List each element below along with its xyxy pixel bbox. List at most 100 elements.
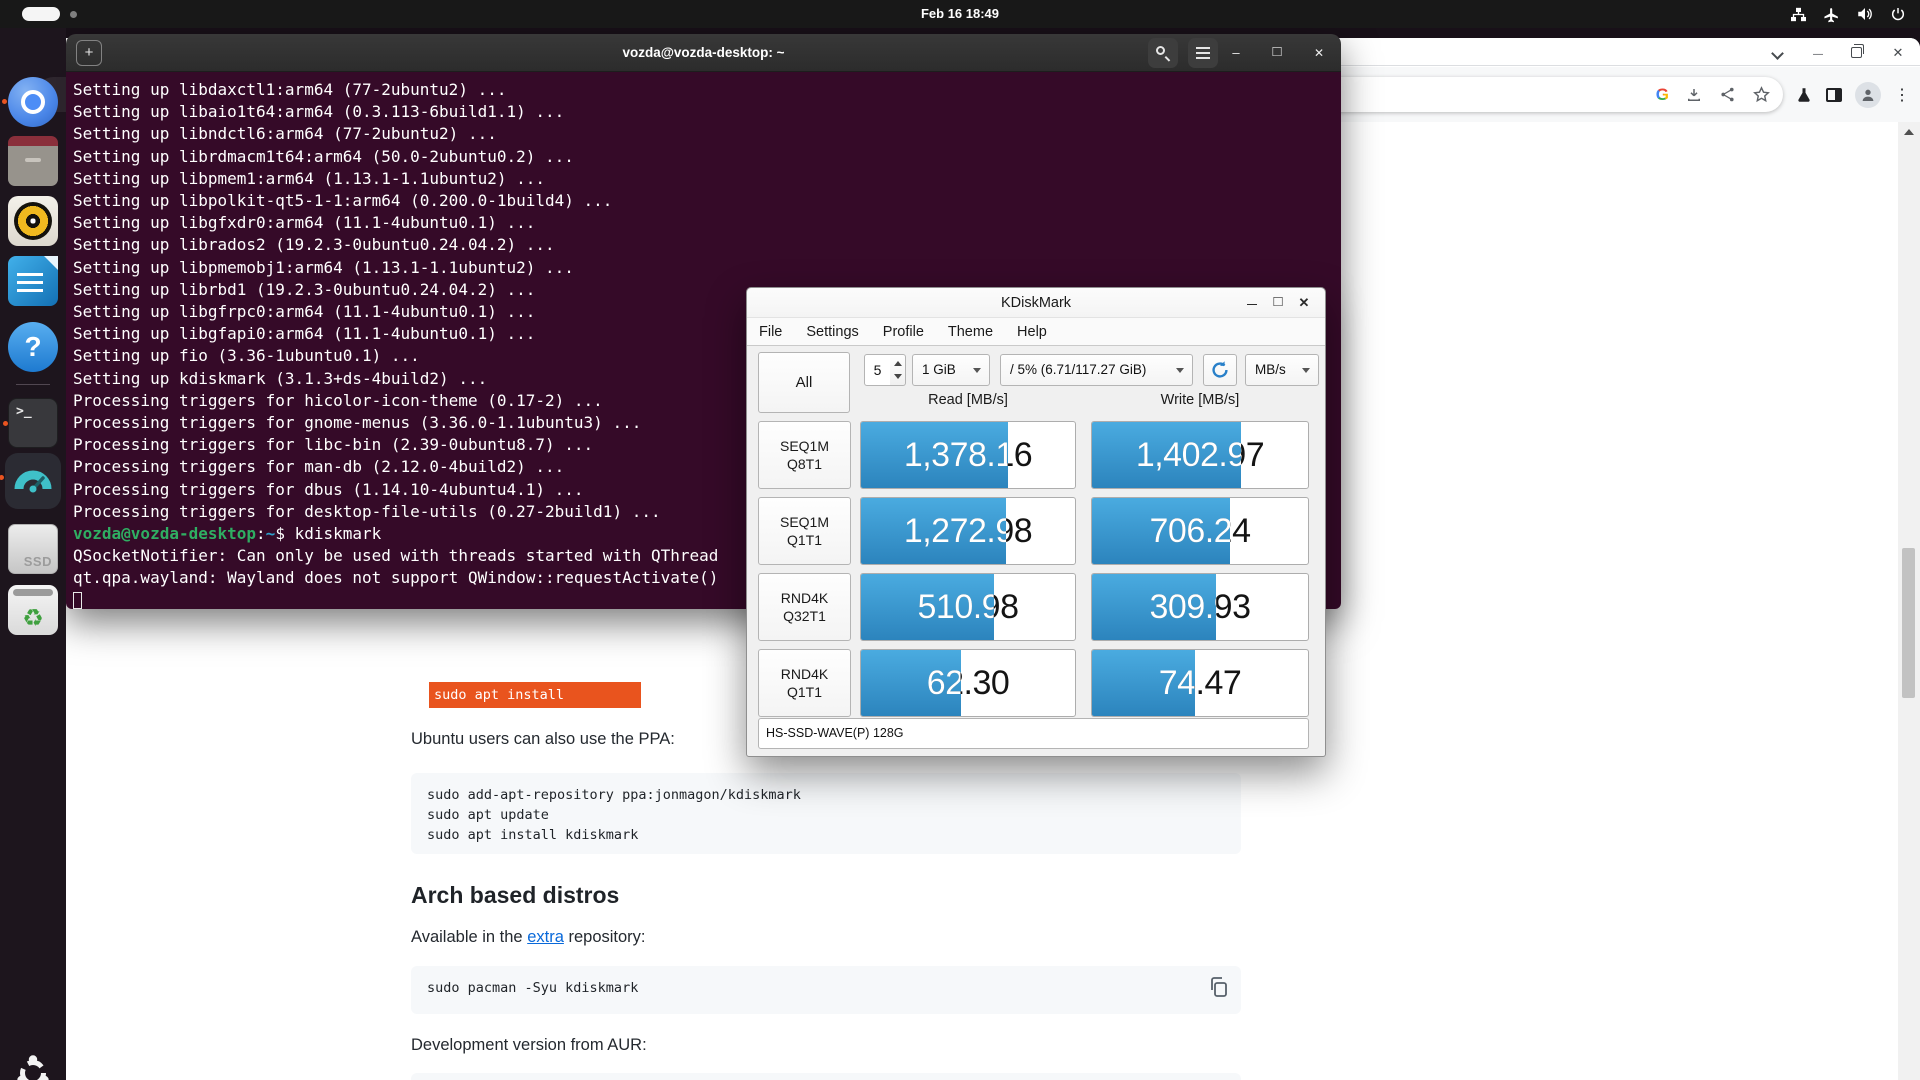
arch-intro-suffix: repository: — [564, 928, 646, 946]
terminal-menu-button[interactable] — [1188, 38, 1218, 68]
pacman-code-block[interactable]: sudo pacman -Syu kdiskmark — [411, 966, 1241, 1014]
read-result-cell: 62.3062.30 — [860, 649, 1076, 717]
target-drive-dropdown[interactable]: / 5% (6.71/117.27 GiB) — [1000, 354, 1193, 386]
unit-value: MB/s — [1255, 362, 1286, 377]
browser-close-button[interactable] — [1887, 42, 1909, 64]
refresh-button[interactable] — [1203, 354, 1237, 386]
browser-scrollbar[interactable] — [1898, 122, 1920, 1080]
terminal-output-line: Setting up libdaxctl1:arm64 (77-2ubuntu2… — [73, 79, 1341, 101]
profile-avatar[interactable] — [1855, 82, 1881, 108]
kdiskmark-title: KDiskMark — [747, 288, 1325, 318]
dock-item-libreoffice-writer[interactable] — [8, 256, 58, 306]
menu-help[interactable]: Help — [1017, 324, 1047, 340]
test-button-rnd4k-q1t1[interactable]: RND4KQ1T1 — [758, 649, 851, 717]
write-result-cell: 706.24706.24 — [1091, 497, 1309, 565]
terminal-close-button[interactable] — [1306, 34, 1332, 72]
test-queue-threads: Q1T1 — [787, 531, 822, 549]
code-line: sudo apt install kdiskmark — [427, 825, 1225, 845]
test-button-seq1m-q1t1[interactable]: SEQ1MQ1T1 — [758, 497, 851, 565]
share-icon[interactable] — [1719, 86, 1736, 103]
test-name: RND4K — [781, 589, 828, 607]
google-g-icon[interactable]: G — [1656, 85, 1669, 105]
test-queue-threads: Q8T1 — [787, 455, 822, 473]
loop-count-spinbox[interactable]: 5 — [864, 354, 891, 386]
scrollbar-thumb[interactable] — [1902, 548, 1915, 698]
dock-item-rhythmbox[interactable] — [8, 196, 58, 246]
terminal-output-line: Setting up libpolkit-qt5-1-1:arm64 (0.20… — [73, 190, 1341, 212]
test-name: RND4K — [781, 665, 828, 683]
code-line: sudo pacman -Syu kdiskmark — [427, 978, 1225, 998]
menu-settings[interactable]: Settings — [806, 324, 858, 340]
read-result-cell: 1,378.161,378.16 — [860, 421, 1076, 489]
terminal-output-line: Setting up librados2 (19.2.3-0ubuntu0.24… — [73, 234, 1341, 256]
write-result-cell: 309.93309.93 — [1091, 573, 1309, 641]
menu-profile[interactable]: Profile — [883, 324, 924, 340]
power-icon — [1890, 6, 1906, 22]
test-button-seq1m-q8t1[interactable]: SEQ1MQ8T1 — [758, 421, 851, 489]
kdiskmark-close-button[interactable] — [1293, 288, 1315, 318]
copy-icon[interactable] — [1207, 975, 1231, 999]
unit-dropdown[interactable]: MB/s — [1245, 354, 1319, 386]
extra-repo-link[interactable]: extra — [527, 928, 564, 946]
terminal-output-line: Setting up libpmemobj1:arm64 (1.13.1-1.1… — [73, 257, 1341, 279]
desktop: G sudo apt install kdiskmark Ubuntu user… — [0, 0, 1920, 1080]
arch-heading: Arch based distros — [411, 882, 619, 909]
write-result-cell: 1,402.971,402.97 — [1091, 421, 1309, 489]
run-all-button[interactable]: All — [758, 352, 850, 413]
ppa-code-block[interactable]: sudo add-apt-repository ppa:jonmagon/kdi… — [411, 773, 1241, 854]
ppa-intro-text: Ubuntu users can also use the PPA: — [411, 730, 675, 749]
dock-separator — [16, 384, 50, 385]
spin-down-icon[interactable] — [894, 374, 902, 379]
bookmark-star-icon[interactable] — [1752, 85, 1771, 104]
dock-item-chromium[interactable] — [8, 77, 58, 127]
spin-up-icon[interactable] — [894, 361, 902, 366]
dock-item-help[interactable] — [8, 322, 58, 372]
dock-item-ssd-drive[interactable]: SSD — [8, 524, 58, 574]
highlighted-code-line[interactable]: sudo apt install kdiskmark — [429, 682, 641, 708]
dock-item-terminal[interactable] — [8, 398, 58, 448]
network-tree-icon — [1790, 7, 1807, 22]
system-tray[interactable] — [1790, 0, 1906, 28]
browser-minimize-button[interactable] — [1807, 42, 1829, 64]
dock-item-trash[interactable] — [8, 585, 58, 635]
block-size-dropdown[interactable]: 1 GiB — [912, 354, 990, 386]
arch-intro-prefix: Available in the — [411, 928, 527, 946]
dock-item-kdiskmark[interactable] — [5, 453, 61, 509]
ubuntu-logo-icon[interactable] — [14, 1054, 52, 1080]
terminal-search-button[interactable] — [1148, 38, 1178, 68]
tab-search-chevron-icon[interactable] — [1771, 47, 1784, 60]
scroll-up-arrow[interactable] — [1904, 129, 1914, 135]
arch-intro-text: Available in the extra repository: — [411, 928, 646, 947]
terminal-maximize-button[interactable] — [1264, 34, 1290, 72]
terminal-titlebar[interactable]: vozda@vozda-desktop: ~ — [66, 34, 1341, 72]
side-panel-icon[interactable] — [1826, 88, 1842, 102]
terminal-output-line: Setting up librdmacm1t64:arm64 (50.0-2ub… — [73, 146, 1341, 168]
download-icon[interactable] — [1685, 86, 1703, 104]
terminal-minimize-button[interactable] — [1223, 34, 1249, 72]
aur-code-block[interactable]: git clone https://aur.archlinux.org/kdis… — [411, 1073, 1241, 1080]
write-column-header: Write [MB/s] — [1091, 392, 1309, 408]
target-drive-value: / 5% (6.71/117.27 GiB) — [1010, 362, 1146, 377]
terminal-output-line: Setting up libaio1t64:arm64 (0.3.113-6bu… — [73, 101, 1341, 123]
dock: SSD — [0, 28, 66, 1080]
kdiskmark-minimize-button[interactable] — [1241, 288, 1263, 318]
kdiskmark-titlebar[interactable]: KDiskMark — [747, 288, 1325, 318]
volume-icon — [1856, 6, 1874, 22]
browser-menu-dots-icon[interactable] — [1894, 85, 1910, 105]
menu-file[interactable]: File — [759, 324, 782, 340]
read-column-header: Read [MB/s] — [860, 392, 1076, 408]
browser-restore-button[interactable] — [1851, 47, 1862, 58]
terminal-output-line: Setting up libgfxdr0:arm64 (11.1-4ubuntu… — [73, 212, 1341, 234]
test-queue-threads: Q32T1 — [783, 607, 826, 625]
test-queue-threads: Q1T1 — [787, 683, 822, 701]
kdiskmark-maximize-button[interactable] — [1267, 288, 1289, 318]
drive-info-field[interactable]: HS-SSD-WAVE(P) 128G — [758, 718, 1309, 749]
dock-item-file-manager[interactable] — [8, 136, 58, 186]
loop-count-spin-buttons[interactable] — [890, 354, 906, 386]
clock[interactable]: Feb 16 18:49 — [0, 0, 1920, 28]
test-name: SEQ1M — [780, 513, 829, 531]
test-button-rnd4k-q32t1[interactable]: RND4KQ32T1 — [758, 573, 851, 641]
flask-icon[interactable] — [1795, 86, 1813, 104]
menu-theme[interactable]: Theme — [948, 324, 993, 340]
refresh-icon — [1209, 359, 1231, 381]
